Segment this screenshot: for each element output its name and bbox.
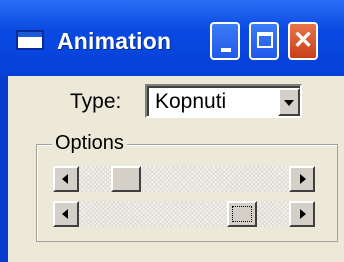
title-bar[interactable]: Animation ✕ <box>0 0 344 76</box>
close-icon: ✕ <box>292 27 314 54</box>
window-app-icon <box>16 30 44 50</box>
minimize-button[interactable] <box>210 22 240 60</box>
dialog-client-area: Type: Kopnuti Options <box>8 76 344 262</box>
options-group-label: Options <box>52 132 127 155</box>
scroll-right-button[interactable] <box>289 201 315 227</box>
window-title: Animation <box>57 28 172 54</box>
options-groupbox <box>36 144 338 242</box>
scroll-thumb[interactable] <box>111 166 141 192</box>
arrow-left-icon <box>62 209 68 219</box>
options-scrollbar-2[interactable] <box>53 201 315 227</box>
scroll-left-button[interactable] <box>53 201 79 227</box>
arrow-right-icon <box>300 174 306 184</box>
chevron-down-icon <box>284 100 294 106</box>
type-label: Type: <box>70 90 122 113</box>
minimize-icon <box>221 48 231 52</box>
maximize-icon <box>257 32 273 48</box>
arrow-left-icon <box>62 174 68 184</box>
arrow-right-icon <box>300 209 306 219</box>
scroll-right-button[interactable] <box>289 166 315 192</box>
scroll-thumb[interactable] <box>227 201 257 227</box>
animation-window: Animation ✕ Type: Kopnuti Options <box>0 0 344 262</box>
maximize-button[interactable] <box>249 22 279 60</box>
type-dropdown-button[interactable] <box>278 88 300 116</box>
scroll-left-button[interactable] <box>53 166 79 192</box>
type-combobox[interactable]: Kopnuti <box>145 84 302 118</box>
close-button[interactable]: ✕ <box>288 22 318 60</box>
options-scrollbar-1[interactable] <box>53 166 315 192</box>
type-selected-value: Kopnuti <box>155 90 227 113</box>
combobox-inner: Kopnuti <box>147 86 300 116</box>
